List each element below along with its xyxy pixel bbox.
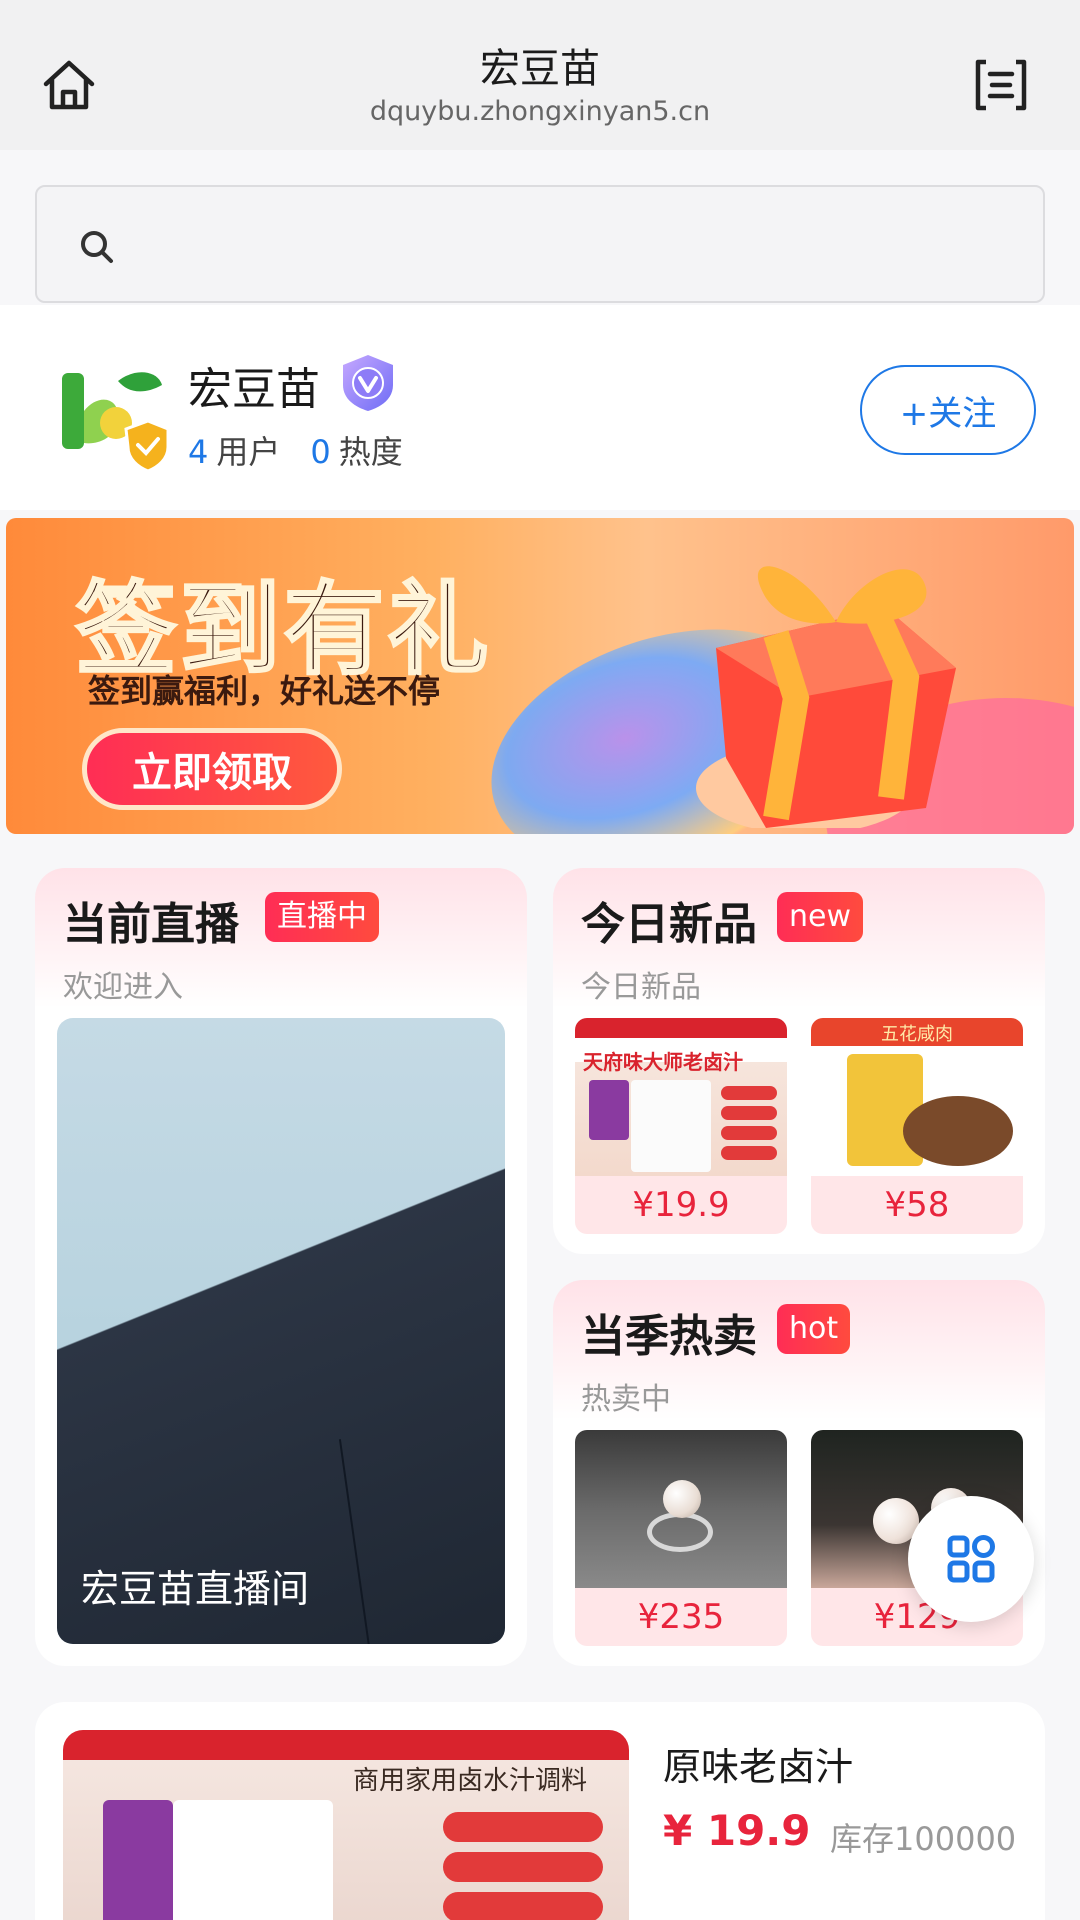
product-list-item[interactable]: 商用家用卤水汁调料 原味老卤汁 ¥ 19.9 库存100000 (35, 1702, 1045, 1920)
product-name: 原味老卤汁 (663, 1745, 854, 1789)
heat-count: 0 (310, 433, 331, 471)
live-card[interactable]: 当前直播 直播中 欢迎进入 宏豆苗直播间 (35, 868, 527, 1666)
banner-subtitle: 签到赢福利，好礼送不停 (88, 672, 441, 710)
product-stock: 库存100000 (830, 1820, 1017, 1858)
new-products-title: 今日新品 (581, 899, 757, 950)
live-tag: 直播中 (265, 892, 379, 942)
product-price: ¥235 (575, 1588, 787, 1646)
product-image: 五花咸肉 (811, 1018, 1023, 1176)
new-products-subtitle: 今日新品 (581, 970, 701, 1005)
checkin-banner[interactable]: 签到有礼 签到赢福利，好礼送不停 立即领取 (6, 518, 1074, 834)
heat-label: 热度 (338, 433, 403, 471)
users-count: 4 (188, 433, 209, 471)
product-image: 天府味大师老卤汁 (575, 1018, 787, 1176)
product-tile[interactable]: 五花咸肉 ¥58 (811, 1018, 1023, 1234)
product-price: ¥ 19.9 (663, 1806, 811, 1855)
floating-menu-button[interactable] (908, 1496, 1034, 1622)
product-tile[interactable]: ¥235 (575, 1430, 787, 1646)
users-label: 用户 (216, 433, 281, 471)
shop-info: 宏豆苗 4 用户 0 热度 +关注 (0, 305, 1080, 510)
product-image-text: 天府味大师老卤汁 (583, 1050, 743, 1074)
search-input[interactable] (147, 217, 1007, 273)
new-products-card[interactable]: 今日新品 new 今日新品 天府味大师老卤汁 ¥19.9 五花咸肉 ¥58 (553, 868, 1045, 1254)
new-tag: new (777, 892, 864, 942)
product-image (575, 1430, 787, 1588)
page-url: dquybu.zhongxinyan5.cn (369, 96, 711, 127)
live-room-name: 宏豆苗直播间 (81, 1567, 310, 1611)
product-price: ¥19.9 (575, 1176, 787, 1234)
video-image (57, 1018, 505, 1644)
hot-tag: hot (777, 1304, 851, 1354)
search-icon (81, 231, 113, 263)
verified-badge-icon (343, 355, 393, 411)
hot-products-subtitle: 热卖中 (581, 1382, 671, 1417)
live-subtitle: 欢迎进入 (63, 970, 183, 1005)
follow-button[interactable]: +关注 (860, 365, 1036, 455)
live-video-thumbnail[interactable]: 宏豆苗直播间 (57, 1018, 505, 1644)
shop-logo (62, 372, 170, 473)
claim-button[interactable]: 立即领取 (82, 728, 342, 810)
product-tile[interactable]: 天府味大师老卤汁 ¥19.9 (575, 1018, 787, 1234)
grid-icon (947, 1535, 995, 1583)
live-title: 当前直播 (63, 899, 239, 950)
hot-products-title: 当季热卖 (581, 1311, 757, 1362)
menu-icon[interactable] (970, 54, 1032, 116)
product-image-text: 五花咸肉 (881, 1024, 953, 1045)
top-bar: 宏豆苗 dquybu.zhongxinyan5.cn (0, 0, 1080, 150)
product-image-text: 商用家用卤水汁调料 (353, 1766, 588, 1796)
page-title: 宏豆苗 (480, 46, 600, 92)
product-image: 商用家用卤水汁调料 (63, 1730, 629, 1920)
product-price: ¥58 (811, 1176, 1023, 1234)
shop-name: 宏豆苗 (188, 364, 320, 415)
gift-box-icon (696, 566, 956, 828)
shop-stats: 4 用户 0 热度 (188, 427, 403, 473)
search-bar[interactable] (35, 185, 1045, 303)
